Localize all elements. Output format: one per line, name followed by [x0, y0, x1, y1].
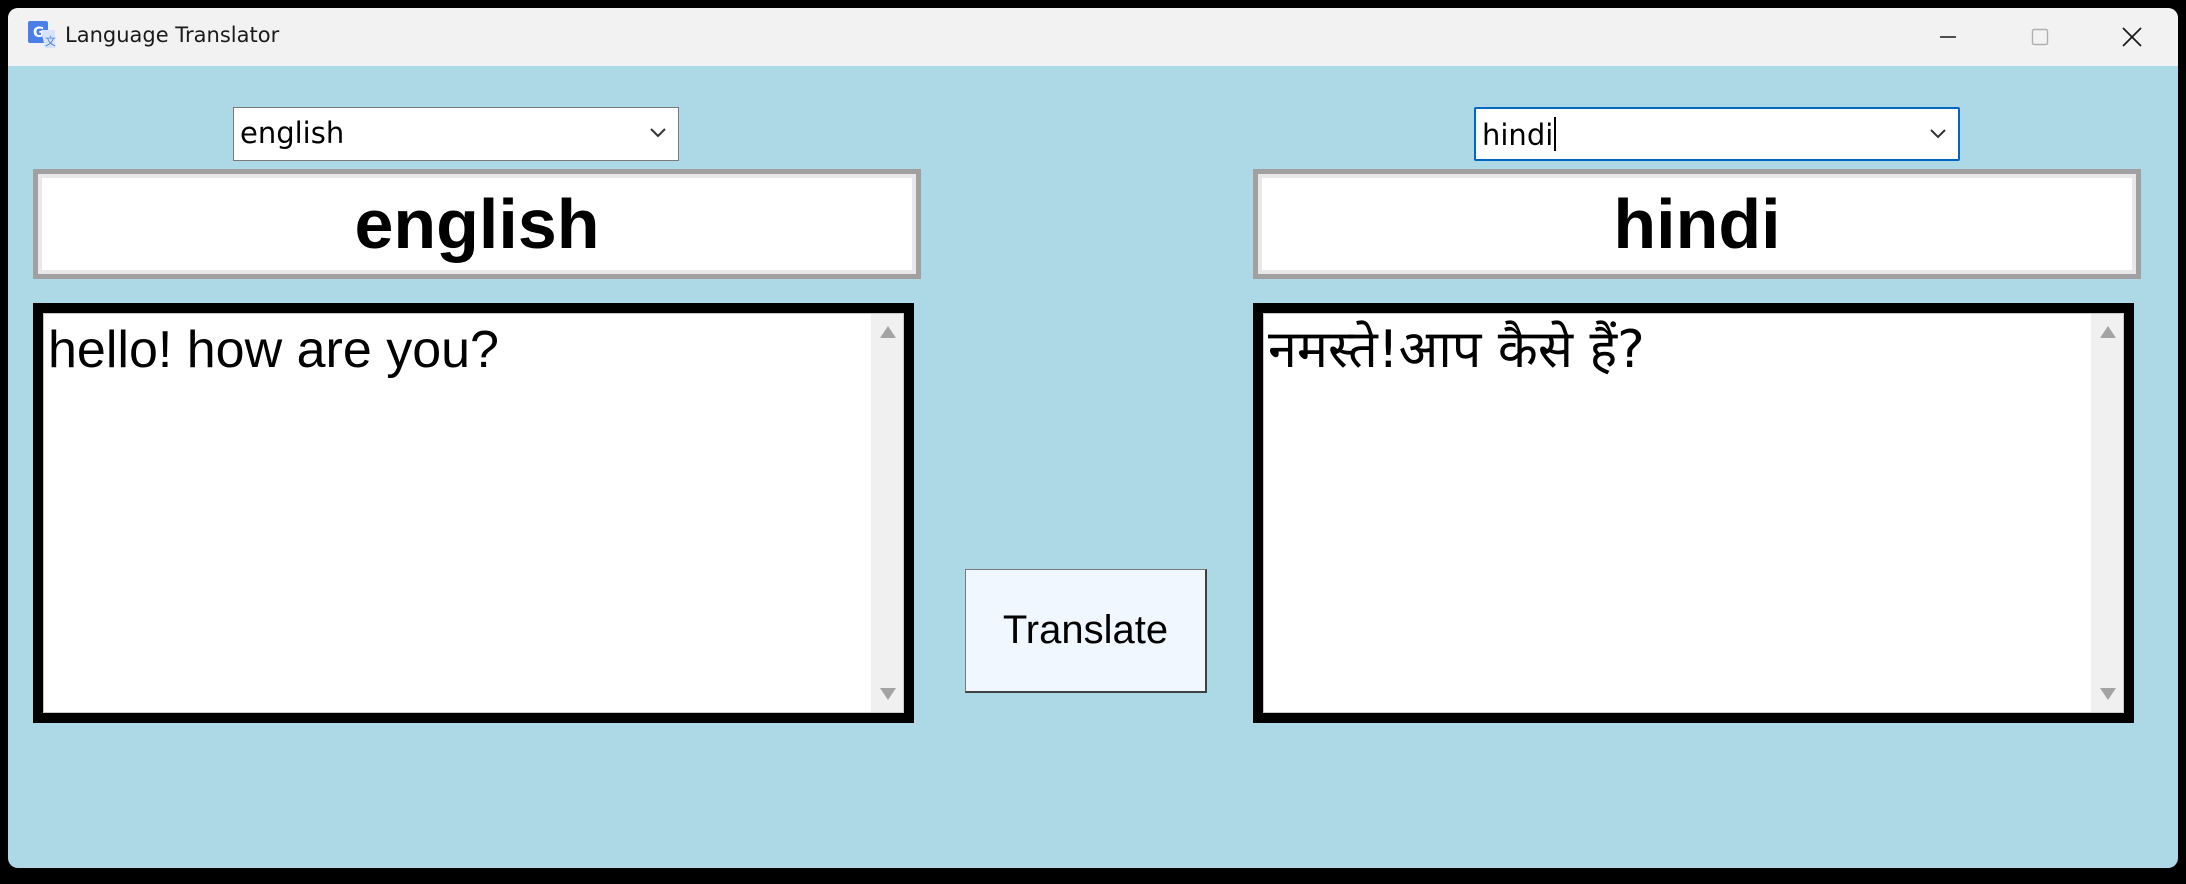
title-bar[interactable]: G 文 Language Translator [8, 8, 2178, 66]
source-text-area[interactable]: hello! how are you? [43, 313, 904, 713]
target-text-area[interactable]: नमस्ते!आप कैसे हैं? [1263, 313, 2124, 713]
window-title: Language Translator [65, 23, 280, 47]
close-icon [2122, 27, 2142, 47]
target-text: नमस्ते!आप कैसे हैं? [1268, 320, 1645, 380]
chevron-down-icon [1930, 129, 1946, 139]
source-language-label: english [33, 169, 921, 279]
minimize-icon [1940, 36, 1956, 38]
google-translate-icon: G 文 [28, 21, 56, 48]
target-text-box: नमस्ते!आप कैसे हैं? [1253, 303, 2134, 723]
target-language-select[interactable]: hindi [1474, 107, 1960, 161]
chevron-down-icon [650, 128, 666, 138]
svg-text:文: 文 [45, 34, 56, 48]
scroll-down-icon[interactable] [2100, 688, 2116, 700]
source-text: hello! how are you? [48, 321, 499, 379]
text-cursor [1554, 117, 1557, 151]
maximize-button[interactable] [1994, 8, 2086, 66]
target-scrollbar[interactable] [2091, 314, 2123, 712]
minimize-button[interactable] [1902, 8, 1994, 66]
source-language-value: english [240, 116, 345, 150]
scroll-down-icon[interactable] [880, 688, 896, 700]
close-button[interactable] [2086, 8, 2178, 66]
source-scrollbar[interactable] [871, 314, 903, 712]
translate-button[interactable]: Translate [965, 569, 1207, 693]
target-language-value: hindi [1482, 118, 1554, 152]
target-language-value-wrap: hindi [1482, 117, 1557, 152]
target-language-label: hindi [1253, 169, 2141, 279]
app-window: G 文 Language Translator english hindi en… [8, 8, 2178, 868]
source-language-select[interactable]: english [233, 107, 679, 161]
maximize-icon [2031, 28, 2049, 46]
scroll-up-icon[interactable] [880, 326, 896, 338]
scroll-up-icon[interactable] [2100, 326, 2116, 338]
source-text-box: hello! how are you? [33, 303, 914, 723]
